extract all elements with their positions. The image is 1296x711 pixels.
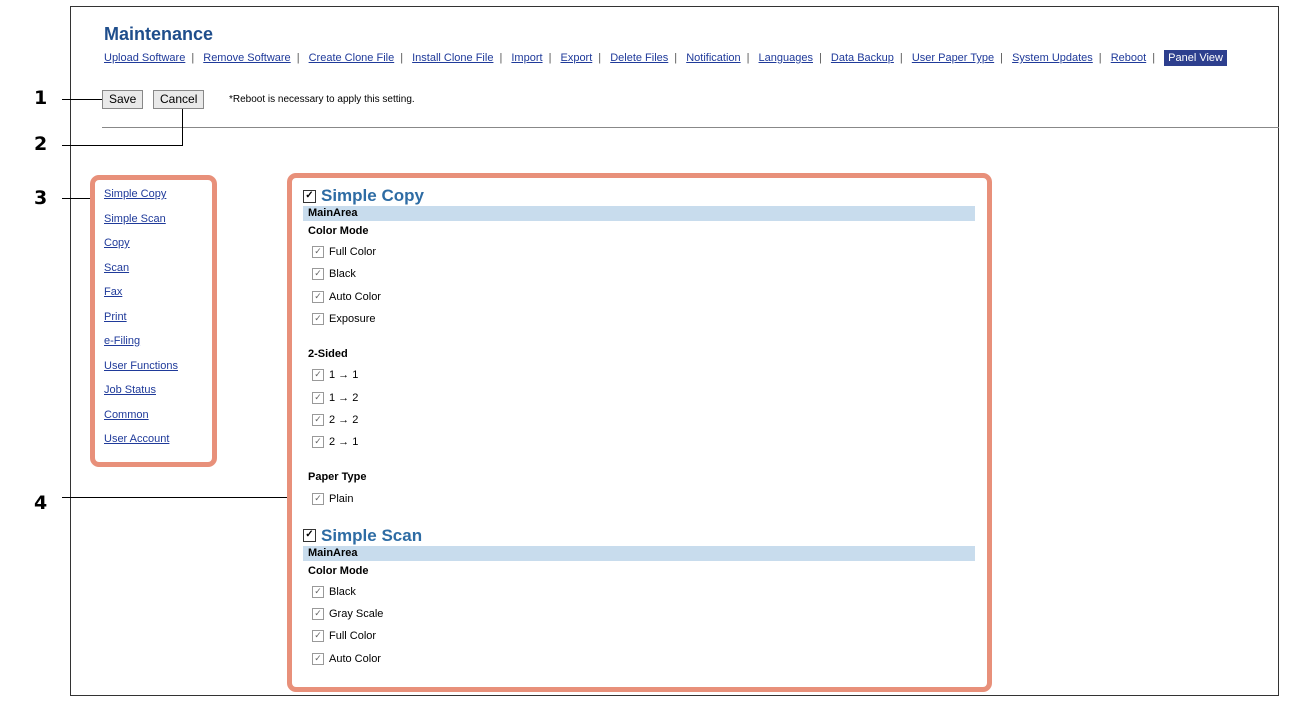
nav-system-updates[interactable]: System Updates [1012, 52, 1093, 64]
checkbox-simple-scan[interactable]: ✓ [303, 529, 316, 543]
menu-simple-copy[interactable]: Simple Copy [104, 188, 178, 213]
option-plain[interactable]: ✓ Plain [312, 487, 975, 509]
menu-copy[interactable]: Copy [104, 237, 178, 262]
nav-notification[interactable]: Notification [686, 52, 740, 64]
section-title-simple-scan: ✓ Simple Scan [303, 526, 975, 546]
group-label-color-mode: Color Mode [308, 225, 369, 237]
nav-remove-software[interactable]: Remove Software [203, 52, 290, 64]
nav-languages[interactable]: Languages [759, 52, 813, 64]
callout-4-line [62, 497, 288, 498]
option-label: Black [329, 268, 356, 281]
check-icon[interactable]: ✓ [312, 391, 324, 404]
check-icon[interactable]: ✓ [312, 246, 324, 259]
option-1-to-2[interactable]: ✓ 1 → 2 [312, 386, 975, 408]
area-bar: MainArea [303, 545, 975, 561]
callout-3: 3 [34, 187, 48, 209]
check-icon[interactable]: ✓ [312, 313, 324, 326]
menu-scan[interactable]: Scan [104, 262, 178, 287]
menu-user-functions[interactable]: User Functions [104, 360, 178, 385]
checkbox-simple-copy[interactable]: ✓ [303, 189, 316, 203]
menu-user-account[interactable]: User Account [104, 433, 178, 458]
check-icon[interactable]: ✓ [312, 436, 324, 449]
panel-view-content: ✓ Simple Copy MainArea Color Mode ✓ Full … [303, 186, 975, 670]
option-1-to-1[interactable]: ✓ 1 → 1 [312, 364, 975, 386]
callout-2-line [62, 145, 183, 146]
menu-job-status[interactable]: Job Status [104, 384, 178, 409]
group-label-color-mode: Color Mode [308, 564, 369, 577]
check-icon[interactable]: ✓ [312, 369, 324, 382]
option-label: Full Color [329, 630, 377, 643]
option-gray-scale[interactable]: ✓ Gray Scale [312, 603, 975, 625]
option-label: Black [329, 585, 356, 598]
nav-import[interactable]: Import [511, 52, 542, 64]
nav-upload-software[interactable]: Upload Software [104, 52, 185, 64]
section-title-text: Simple Copy [321, 186, 424, 205]
nav-data-backup[interactable]: Data Backup [831, 52, 894, 64]
callout-1: 1 [34, 87, 48, 109]
callout-3-line [62, 198, 92, 199]
option-label: 1 → 2 [329, 391, 359, 404]
section-title-text: Simple Scan [321, 525, 423, 545]
option-label: 1 → 1 [329, 369, 359, 382]
option-label: 2 → 1 [329, 436, 359, 449]
option-label: Exposure [329, 313, 376, 326]
check-icon[interactable]: ✓ [312, 630, 324, 643]
callout-2-line-vertical [182, 109, 183, 146]
check-icon[interactable]: ✓ [312, 652, 324, 665]
cancel-button[interactable]: Cancel [153, 90, 205, 109]
nav-install-clone-file[interactable]: Install Clone File [412, 52, 493, 64]
nav-export[interactable]: Export [560, 52, 592, 64]
option-2-to-2[interactable]: ✓ 2 → 2 [312, 409, 975, 431]
check-icon[interactable]: ✓ [312, 608, 324, 621]
nav-reboot[interactable]: Reboot [1111, 52, 1146, 64]
callout-2: 2 [34, 133, 48, 155]
check-icon[interactable]: ✓ [312, 492, 324, 505]
check-icon[interactable]: ✓ [312, 268, 324, 281]
maintenance-nav: Upload Software | Remove Software | Create… [104, 50, 1227, 66]
option-black[interactable]: ✓ Black [312, 581, 975, 603]
nav-delete-files[interactable]: Delete Files [610, 52, 668, 64]
save-button[interactable]: Save [102, 90, 144, 109]
page-title: Maintenance [104, 24, 214, 44]
menu-common[interactable]: Common [104, 409, 178, 434]
option-auto-color[interactable]: ✓ Auto Color [312, 286, 975, 308]
function-menu: Simple Copy Simple Scan Copy Scan Fax Pr… [104, 188, 178, 458]
reboot-note: *Reboot is necessary to apply this setti… [229, 94, 415, 105]
check-icon[interactable]: ✓ [312, 413, 324, 426]
callout-1-line [62, 99, 102, 100]
check-icon[interactable]: ✓ [312, 585, 324, 598]
group-label-paper-type: Paper Type [308, 471, 367, 484]
option-2-to-1[interactable]: ✓ 2 → 1 [312, 431, 975, 453]
callout-4: 4 [34, 492, 48, 514]
option-full-color[interactable]: ✓ Full Color [312, 241, 975, 263]
option-black[interactable]: ✓ Black [312, 263, 975, 285]
option-label: Gray Scale [329, 608, 384, 621]
nav-create-clone-file[interactable]: Create Clone File [309, 52, 395, 64]
option-auto-color[interactable]: ✓ Auto Color [312, 648, 975, 670]
nav-user-paper-type[interactable]: User Paper Type [912, 52, 994, 64]
menu-simple-scan[interactable]: Simple Scan [104, 213, 178, 238]
option-label: Plain [329, 492, 354, 505]
nav-panel-view[interactable]: Panel View [1164, 50, 1227, 66]
check-icon[interactable]: ✓ [312, 290, 324, 303]
option-label: Auto Color [329, 290, 381, 303]
option-label: 2 → 2 [329, 413, 359, 426]
group-label-2-sided: 2-Sided [308, 348, 348, 361]
option-label: Full Color [329, 246, 377, 259]
option-label: Auto Color [329, 652, 381, 665]
area-bar: MainArea [303, 206, 975, 221]
menu-fax[interactable]: Fax [104, 286, 178, 311]
divider [102, 127, 1279, 128]
option-full-color[interactable]: ✓ Full Color [312, 625, 975, 647]
menu-print[interactable]: Print [104, 311, 178, 336]
menu-e-filing[interactable]: e-Filing [104, 335, 178, 360]
option-exposure[interactable]: ✓ Exposure [312, 308, 975, 330]
section-title-simple-copy: ✓ Simple Copy [303, 186, 975, 206]
